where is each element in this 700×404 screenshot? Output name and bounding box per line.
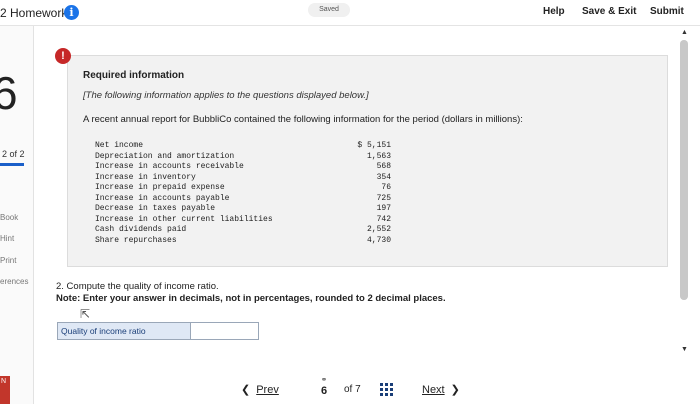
table-row: Increase in other current liabilities 742 <box>95 215 391 226</box>
question-number: 6 <box>0 67 18 119</box>
row-value: 725 <box>376 193 391 203</box>
answer-label: Quality of income ratio <box>58 323 191 339</box>
table-row: Increase in accounts payable 725 <box>95 194 391 205</box>
part-progress-label: 2 of 2 <box>2 149 25 159</box>
row-value: 354 <box>376 172 391 182</box>
financial-data-table: Net income $ 5,151 Depreciation and amort… <box>95 141 391 246</box>
row-value: 742 <box>376 214 391 224</box>
references-link[interactable]: erences <box>0 277 28 286</box>
table-row: Increase in accounts receivable 568 <box>95 162 391 173</box>
row-value: 4,730 <box>366 235 391 245</box>
row-label: Decrease in taxes payable <box>95 204 216 213</box>
save-exit-button[interactable]: Save & Exit <box>582 6 636 17</box>
row-label: Increase in prepaid expense <box>95 183 225 192</box>
table-row: Cash dividends paid 2,552 <box>95 225 391 236</box>
prev-button[interactable]: ❮ Prev <box>241 383 279 396</box>
table-row: Decrease in taxes payable 197 <box>95 204 391 215</box>
quality-of-income-ratio-input[interactable] <box>192 323 258 339</box>
scroll-down-icon[interactable]: ▼ <box>681 346 688 353</box>
row-value: $ 5,151 <box>357 141 391 150</box>
applies-note: [The following information applies to th… <box>83 90 369 101</box>
hint-link[interactable]: Hint <box>0 234 14 243</box>
current-page-indicator[interactable]: ⚭ 6 <box>315 375 333 399</box>
row-label: Increase in inventory <box>95 172 196 182</box>
mouse-cursor-icon: ⇱ <box>80 307 91 321</box>
scrollbar[interactable] <box>680 40 688 300</box>
saved-status-badge: Saved <box>308 3 350 17</box>
required-information-heading: Required information <box>83 70 185 81</box>
question-intro: A recent annual report for BubbliCo cont… <box>83 114 523 125</box>
answer-instruction: Note: Enter your answer in decimals, not… <box>56 293 446 304</box>
table-row: Share repurchases 4,730 <box>95 236 391 247</box>
answer-row: Quality of income ratio <box>57 322 259 340</box>
scroll-up-icon[interactable]: ▲ <box>681 29 688 36</box>
top-bar: 2 Homework i Saved Help Save & Exit Subm… <box>0 0 700 26</box>
chevron-left-icon: ❮ <box>241 384 251 396</box>
prev-label: Prev <box>256 384 279 396</box>
assignment-title: 2 Homework <box>0 6 68 20</box>
row-label: Increase in other current liabilities <box>95 214 273 224</box>
row-value: 568 <box>376 162 391 171</box>
row-value: 1,563 <box>366 151 391 161</box>
row-label: Increase in accounts receivable <box>95 162 244 171</box>
question-prompt: 2. Compute the quality of income ratio. <box>56 281 219 292</box>
chevron-right-icon: ❯ <box>450 384 460 396</box>
row-label: Increase in accounts payable <box>95 193 230 203</box>
row-value: 2,552 <box>366 225 391 234</box>
row-value: 76 <box>381 183 391 192</box>
row-label: Depreciation and amortization <box>95 151 235 161</box>
print-link[interactable]: Print <box>0 256 16 265</box>
scrollbar-thumb[interactable] <box>680 40 688 300</box>
grid-icon[interactable] <box>380 383 393 396</box>
next-label: Next <box>422 384 445 396</box>
info-icon[interactable]: i <box>64 5 79 20</box>
question-sidebar: 6 2 of 2 Book Hint Print erences <box>0 26 34 404</box>
help-button[interactable]: Help <box>543 6 565 17</box>
alert-icon: ! <box>55 48 71 64</box>
mheducation-tab[interactable]: N <box>0 376 10 404</box>
table-row: Increase in prepaid expense 76 <box>95 183 391 194</box>
submit-button[interactable]: Submit <box>650 6 684 17</box>
row-value: 197 <box>376 204 391 213</box>
page-total: of 7 <box>344 384 361 395</box>
row-label: Cash dividends paid <box>95 225 187 234</box>
table-row: Increase in inventory 354 <box>95 173 391 184</box>
row-label: Share repurchases <box>95 235 177 245</box>
next-button[interactable]: Next ❯ <box>422 383 460 396</box>
current-page-number: 6 <box>320 385 328 397</box>
link-icon: ⚭ <box>320 375 328 384</box>
book-link[interactable]: Book <box>0 213 18 222</box>
part-progress-bar <box>0 163 24 166</box>
table-row: Depreciation and amortization 1,563 <box>95 152 391 163</box>
row-label: Net income <box>95 141 144 150</box>
table-row: Net income $ 5,151 <box>95 141 391 152</box>
